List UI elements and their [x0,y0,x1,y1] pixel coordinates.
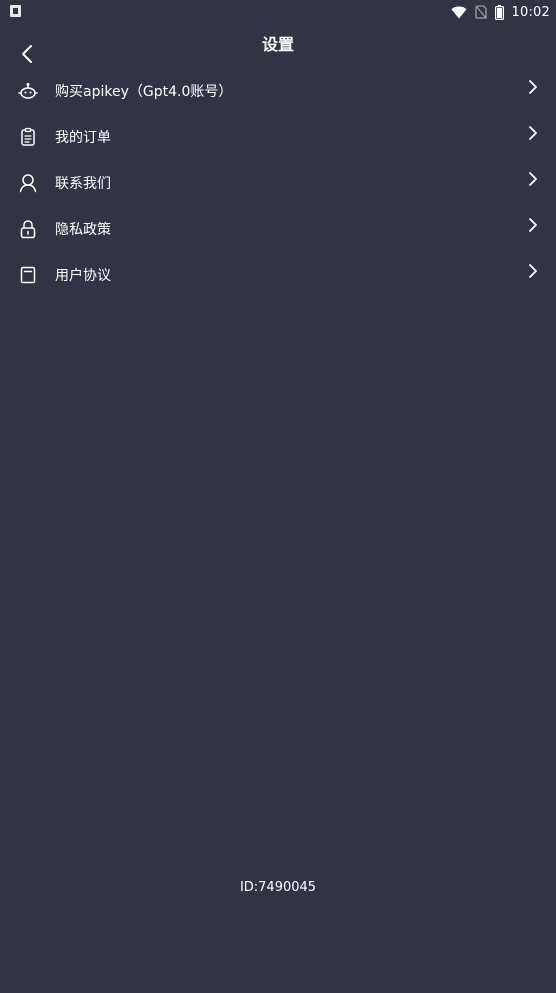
settings-screen: 10:02 设置 购买apikey（Gpt4.0账号） 我的订单 联系我们 隐私… [0,0,556,993]
menu-item-label: 联系我们 [55,176,111,192]
menu-item-buy-apikey[interactable]: 购买apikey（Gpt4.0账号） [0,68,556,114]
robot-icon [18,81,38,101]
menu-item-label: 购买apikey（Gpt4.0账号） [55,84,233,100]
page-title: 设置 [261,35,294,54]
status-bar: 10:02 [0,0,556,24]
lock-icon [18,219,38,239]
no-sim-icon [474,5,487,19]
settings-menu: 购买apikey（Gpt4.0账号） 我的订单 联系我们 隐私政策 用户协议 [0,68,556,298]
chevron-right-icon [529,264,537,278]
battery-icon [494,4,504,20]
status-time: 10:02 [511,4,550,20]
chevron-right-icon [529,80,537,94]
menu-item-my-orders[interactable]: 我的订单 [0,114,556,160]
document-icon [18,265,38,285]
wifi-icon [451,6,467,18]
app-notification-icon [10,5,21,17]
menu-item-contact-us[interactable]: 联系我们 [0,160,556,206]
chevron-right-icon [529,172,537,186]
user-id-text: ID:7490045 [239,880,317,895]
user-icon [18,173,38,193]
chevron-right-icon [529,218,537,232]
menu-item-label: 隐私政策 [55,222,111,238]
menu-item-user-agreement[interactable]: 用户协议 [0,252,556,298]
menu-item-label: 用户协议 [55,268,111,284]
menu-item-label: 我的订单 [55,130,111,146]
clipboard-icon [18,127,38,147]
menu-item-privacy-policy[interactable]: 隐私政策 [0,206,556,252]
status-right-group: 10:02 [451,3,550,21]
chevron-right-icon [529,126,537,140]
